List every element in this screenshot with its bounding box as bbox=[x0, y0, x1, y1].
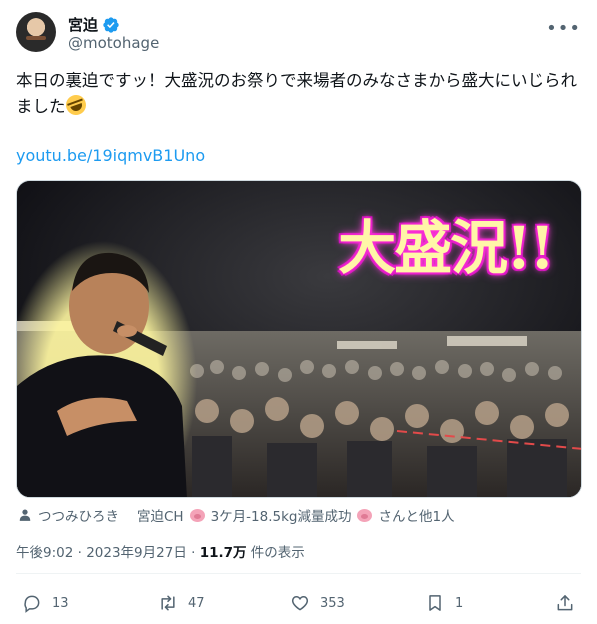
bookmark-count: 1 bbox=[455, 595, 464, 611]
share-icon bbox=[557, 595, 573, 611]
person-icon bbox=[19, 509, 31, 521]
heart-icon bbox=[291, 595, 309, 611]
reply-count: 13 bbox=[52, 595, 69, 611]
tweet-card: 宮迫 @motohage ••• 本日の裏迫ですッ！大盛況のお祭りで来場者のみな… bbox=[0, 0, 597, 624]
timestamp[interactable]: 午後9:02 · 2023年9月27日 · bbox=[16, 545, 200, 561]
tweet-text: 本日の裏迫ですッ！大盛況のお祭りで来場者のみなさまから盛大にいじられました bbox=[16, 68, 581, 120]
like-button[interactable]: 353 bbox=[290, 593, 345, 613]
divider bbox=[16, 573, 581, 574]
rolling-laughing-emoji-icon bbox=[62, 92, 89, 118]
user-handle[interactable]: @motohage bbox=[68, 34, 159, 52]
tag-user-2-mid[interactable]: 3ケ月-18.5kg減量成功 bbox=[211, 505, 352, 525]
retweet-button[interactable]: 47 bbox=[158, 593, 205, 613]
views-label: 件の表示 bbox=[246, 545, 305, 561]
tweet-media-photo[interactable]: 大盛況!! bbox=[16, 180, 582, 498]
tweet-meta: 午後9:02 · 2023年9月27日 · 11.7万 件の表示 bbox=[16, 541, 305, 561]
retweet-count: 47 bbox=[188, 595, 205, 611]
action-bar: 13 47 353 1 bbox=[0, 585, 597, 621]
more-horizontal-icon[interactable]: ••• bbox=[546, 18, 581, 39]
retweet-icon bbox=[161, 595, 175, 611]
media-banner-text: 大盛況!! bbox=[338, 214, 555, 282]
tag-user-2-prefix[interactable]: 宮迫CH bbox=[137, 505, 184, 525]
verified-badge-icon bbox=[103, 16, 119, 33]
name-row: 宮迫 bbox=[68, 14, 120, 35]
tag-user-2-suffix[interactable]: さんと他1人 bbox=[378, 505, 454, 525]
like-count: 353 bbox=[320, 595, 345, 611]
reply-icon bbox=[24, 595, 40, 613]
bookmark-button[interactable]: 1 bbox=[425, 593, 463, 613]
pig-face-icon bbox=[189, 508, 205, 522]
share-button[interactable] bbox=[555, 593, 575, 613]
photo-tags[interactable]: つつみひろき 宮迫CH 3ケ月-18.5kg減量成功 さんと他1人 bbox=[18, 505, 455, 525]
bookmark-icon bbox=[429, 595, 441, 611]
youtube-link[interactable]: youtu.be/19iqmvB1Uno bbox=[16, 146, 205, 165]
tweet-header: 宮迫 @motohage ••• bbox=[16, 12, 585, 56]
pig-face-icon bbox=[357, 508, 373, 522]
tag-user-1[interactable]: つつみひろき bbox=[38, 505, 119, 525]
reply-button[interactable]: 13 bbox=[22, 593, 69, 613]
display-name[interactable]: 宮迫 bbox=[68, 14, 98, 35]
user-avatar[interactable] bbox=[16, 12, 56, 52]
tweet-text-body: 本日の裏迫ですッ！大盛況のお祭りで来場者のみなさまから盛大にいじられました bbox=[16, 71, 577, 116]
views-count: 11.7万 bbox=[199, 545, 247, 561]
